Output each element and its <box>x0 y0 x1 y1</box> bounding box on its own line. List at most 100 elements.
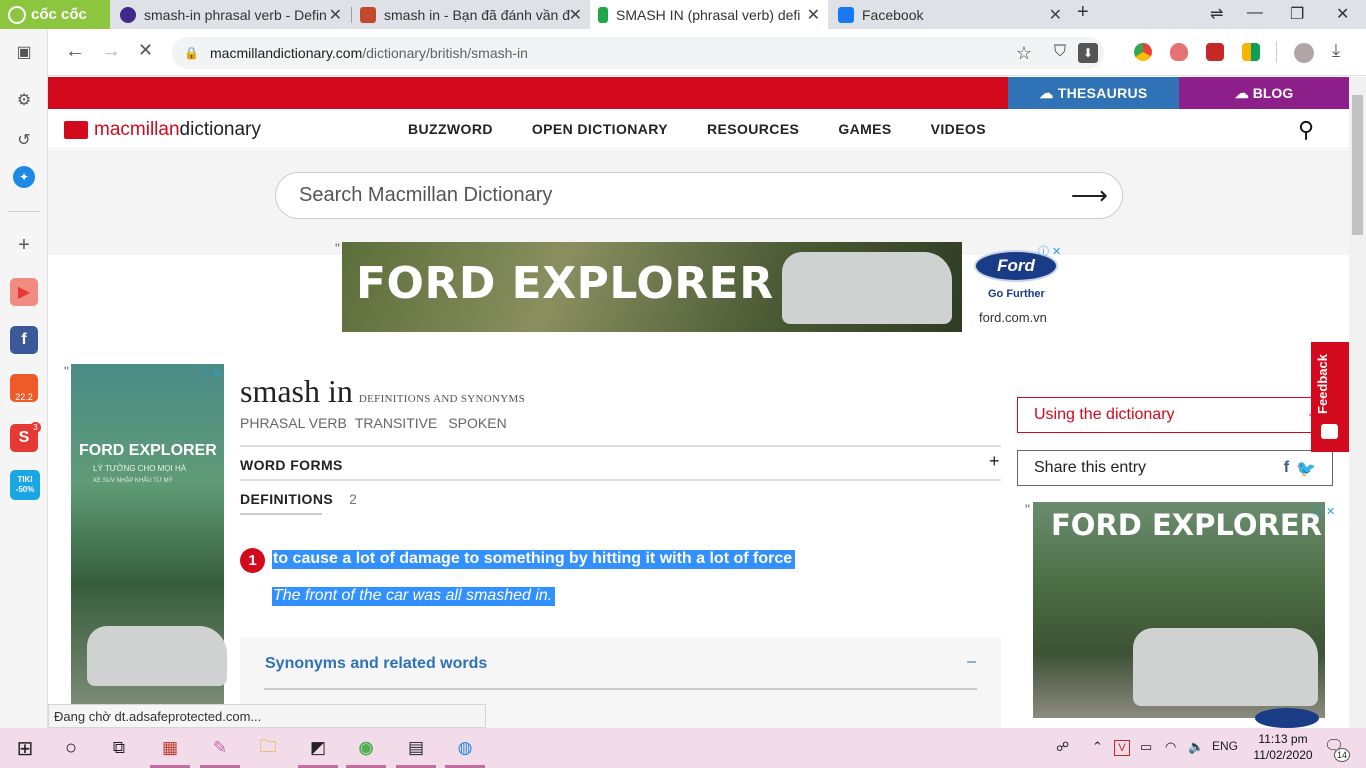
color-extension-icon[interactable] <box>1242 43 1260 61</box>
ad-choices-icon[interactable]: ⓘ ✕ <box>198 365 221 381</box>
windows-start-icon[interactable]: ⊞ <box>12 736 38 760</box>
pos-spoken: SPOKEN <box>448 415 507 431</box>
collapse-minus-icon[interactable]: – <box>967 653 976 671</box>
close-window-button[interactable]: ✕ <box>1336 4 1349 24</box>
wifi-icon[interactable]: ◠ <box>1165 739 1176 755</box>
tab-3-active[interactable]: SMASH IN (phrasal verb) defi ✕ <box>590 0 828 29</box>
address-bar[interactable]: 🔒 macmillandictionary.com/dictionary/bri… <box>172 37 1104 69</box>
zalo-icon[interactable]: ◍ <box>452 736 478 760</box>
download-video-icon[interactable]: ⬇ <box>1078 43 1098 63</box>
synonyms-toggle[interactable]: Synonyms and related words <box>265 655 487 673</box>
unikey-icon[interactable]: V <box>1114 740 1130 756</box>
header-search-icon[interactable]: ⚲ <box>1298 117 1314 143</box>
thesaurus-icon: ☁ <box>1039 84 1054 101</box>
nav-videos[interactable]: VIDEOS <box>931 121 986 137</box>
search-placeholder: Search Macmillan Dictionary <box>299 184 553 206</box>
tab-close-icon[interactable]: ✕ <box>329 5 342 25</box>
tab-close-icon[interactable]: ✕ <box>1049 5 1062 25</box>
downloads-icon[interactable]: ⤓ <box>1332 40 1340 61</box>
forward-button[interactable]: → <box>101 40 121 63</box>
feedback-tab[interactable]: Feedback <box>1311 342 1349 452</box>
nav-buzzword[interactable]: BUZZWORD <box>408 121 493 137</box>
ford-banner-ad[interactable]: FORD EXPLORER <box>342 242 962 332</box>
ad-choices-icon[interactable]: ⓘ ✕ <box>1038 243 1061 259</box>
facebook-icon[interactable]: f <box>10 326 38 354</box>
coccoc-menu-button[interactable]: cốc cốc <box>0 0 110 29</box>
coccoc-taskbar-icon[interactable]: ◉ <box>353 736 379 760</box>
nav-games[interactable]: GAMES <box>838 121 891 137</box>
status-bar: Đang chờ dt.adsafeprotected.com... <box>48 704 486 728</box>
blog-link[interactable]: ☁ BLOG <box>1179 77 1349 109</box>
sync-extension-icon[interactable] <box>1206 43 1224 61</box>
macmillan-logo[interactable]: macmillan dictionary <box>64 119 261 141</box>
thesaurus-link[interactable]: ☁ THESAURUS <box>1008 77 1179 109</box>
paint-app-icon[interactable]: ✎ <box>207 736 233 760</box>
word-forms-toggle[interactable]: WORD FORMS <box>240 457 343 473</box>
app-icon-1[interactable]: ▦ <box>157 736 183 760</box>
twitter-share-icon[interactable]: 🐦 <box>1296 459 1316 479</box>
tab-1[interactable]: smash-in phrasal verb - Defin ✕ <box>112 0 350 29</box>
windows-taskbar: ⊞ ○ ⧉ ▦ ✎ 🗀 ◩ ◉ ▤ ◍ ☍ ⌃ V ▭ ◠ 🔈 ENG 11:1… <box>0 728 1366 768</box>
search-submit-arrow-icon[interactable]: ⟶ <box>1071 180 1108 211</box>
ad-choices-icon[interactable]: ⓘ ✕ <box>1312 503 1335 519</box>
shopee-icon[interactable]: 22.2 <box>10 374 38 402</box>
nav-open-dictionary[interactable]: OPEN DICTIONARY <box>532 121 668 137</box>
scrollbar-thumb[interactable] <box>1352 95 1363 235</box>
sendo-notification-badge: 3 <box>30 422 41 433</box>
battery-icon[interactable]: ▭ <box>1140 739 1152 755</box>
tab-close-icon[interactable]: ✕ <box>807 5 820 25</box>
ford-side-ad-left[interactable]: FORD EXPLORER LÝ TƯỞNG CHO MỌI HÀ XE SUV… <box>71 364 227 704</box>
car-image <box>87 626 227 686</box>
messenger-icon[interactable]: ✦ <box>13 166 35 188</box>
dictionary-search-input[interactable]: Search Macmillan Dictionary ⟶ <box>275 172 1123 219</box>
settings-icon[interactable]: ⚙ <box>10 86 38 114</box>
privacy-shield-icon[interactable]: ⛉ <box>1054 43 1066 61</box>
stop-loading-button[interactable]: ✕ <box>138 40 153 61</box>
back-button[interactable]: ← <box>65 40 85 63</box>
browser-tab-strip: cốc cốc smash-in phrasal verb - Defin ✕ … <box>0 0 1366 29</box>
history-icon[interactable]: ↺ <box>10 126 38 154</box>
sense-definition: to cause a lot of damage to something by… <box>272 550 796 569</box>
tab-close-icon[interactable]: ✕ <box>569 5 582 25</box>
tab-search-icon[interactable]: ⇌ <box>1210 4 1223 24</box>
webpage: ☁ THESAURUS ☁ BLOG macmillan dictionary … <box>48 77 1349 728</box>
profile-avatar[interactable] <box>1294 43 1314 63</box>
maximize-button[interactable]: ❐ <box>1290 4 1304 24</box>
ad-subline: LÝ TƯỞNG CHO MỌI HÀ <box>93 464 187 473</box>
cortana-search-icon[interactable]: ○ <box>58 736 84 760</box>
search-section: Search Macmillan Dictionary ⟶ <box>48 150 1349 255</box>
bookmark-star-icon[interactable]: ☆ <box>1016 43 1032 64</box>
logo-product: dictionary <box>179 119 261 140</box>
tab-2[interactable]: smash in - Bạn đã đánh vần đ ✕ <box>352 0 590 29</box>
add-sidebar-app-icon[interactable]: + <box>10 231 38 259</box>
page-scrollbar[interactable] <box>1349 77 1366 728</box>
nav-resources[interactable]: RESOURCES <box>707 121 799 137</box>
ad-subline-2: XE SUV NHẬP KHẨU TỪ MỸ <box>93 478 173 484</box>
language-indicator[interactable]: ENG <box>1212 739 1238 753</box>
task-view-icon[interactable]: ⧉ <box>106 736 132 760</box>
using-the-dictionary-toggle[interactable]: Using the dictionary – <box>1017 397 1333 433</box>
chrome-extension-icon[interactable] <box>1134 43 1152 61</box>
youtube-icon[interactable]: ▶ <box>10 278 38 306</box>
system-clock[interactable]: 11:13 pm 11/02/2020 <box>1252 731 1314 763</box>
entry-word: smash in <box>240 373 353 409</box>
expand-plus-icon[interactable]: + <box>989 451 1000 472</box>
minimize-button[interactable]: — <box>1247 4 1263 22</box>
facebook-share-icon[interactable]: f <box>1284 459 1289 479</box>
url-domain: macmillandictionary.com <box>210 45 363 61</box>
ford-url[interactable]: ford.com.vn <box>979 310 1047 325</box>
feedback-smiley-icon <box>1321 424 1338 439</box>
sticky-notes-icon[interactable]: ◩ <box>305 736 331 760</box>
app-icon-2[interactable]: ▤ <box>403 736 429 760</box>
people-icon[interactable]: ☍ <box>1056 739 1069 755</box>
adblock-extension-icon[interactable] <box>1170 43 1188 61</box>
tiki-icon[interactable]: TIKI -50% <box>10 470 40 500</box>
ford-side-ad-right[interactable]: FORD EXPLORER <box>1033 502 1325 728</box>
thesaurus-label: THESAURUS <box>1057 85 1148 101</box>
tray-chevron-icon[interactable]: ⌃ <box>1092 739 1103 755</box>
tab-4[interactable]: Facebook ✕ <box>830 0 1070 29</box>
volume-icon[interactable]: 🔈 <box>1188 739 1204 755</box>
new-tab-button[interactable]: + <box>1077 1 1089 24</box>
file-explorer-icon[interactable]: 🗀 <box>255 736 281 760</box>
sidebar-toggle-icon[interactable]: ▣ <box>10 38 38 66</box>
